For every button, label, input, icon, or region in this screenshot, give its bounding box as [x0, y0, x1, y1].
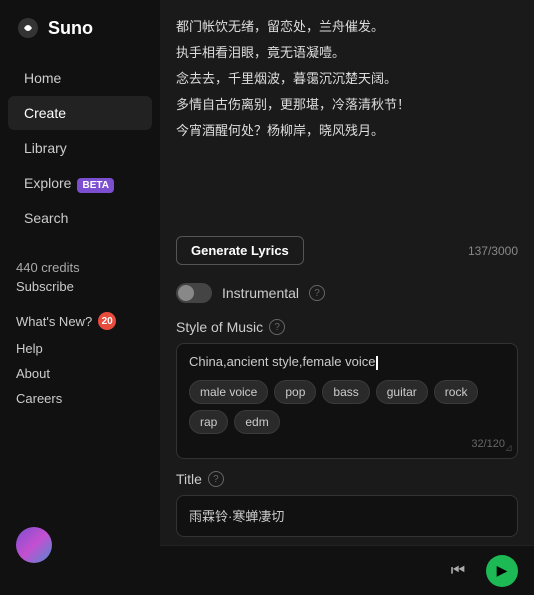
lyric-line: 多情自古伤离别，更那堪，冷落清秋节！	[176, 94, 518, 116]
style-section-title: Style of Music	[176, 319, 263, 335]
whats-new-badge: 20	[98, 312, 116, 330]
lyric-line: 念去去，千里烟波，暮霭沉沉楚天阔。	[176, 68, 518, 90]
play-icon: ▶	[497, 562, 508, 579]
sidebar-item-explore[interactable]: ExploreBETA	[8, 166, 152, 200]
sidebar-item-search[interactable]: Search	[8, 201, 152, 235]
style-section-header: Style of Music ?	[160, 311, 534, 339]
toggle-knob	[178, 285, 194, 301]
title-section: Title ?	[160, 463, 534, 491]
sidebar-bottom: What's New? 20 Help About Careers	[0, 306, 160, 411]
sidebar-item-create[interactable]: Create	[8, 96, 152, 130]
instrumental-toggle[interactable]	[176, 283, 212, 303]
careers-link[interactable]: Careers	[16, 386, 144, 411]
sidebar-item-library[interactable]: Library	[8, 131, 152, 165]
style-tag-guitar[interactable]: guitar	[376, 380, 428, 404]
whats-new-label: What's New?	[16, 314, 92, 329]
generate-lyrics-button[interactable]: Generate Lyrics	[176, 236, 304, 265]
subscribe-button[interactable]: Subscribe	[16, 279, 144, 294]
style-help-icon[interactable]: ?	[269, 319, 285, 335]
sidebar: Suno HomeCreateLibraryExploreBETASearch …	[0, 0, 160, 595]
app-name: Suno	[48, 18, 93, 39]
suno-logo-icon	[16, 16, 40, 40]
whats-new-row[interactable]: What's New? 20	[16, 306, 144, 336]
lyric-line: 今宵酒醒何处？杨柳岸，晓风残月。	[176, 120, 518, 142]
instrumental-label: Instrumental	[222, 285, 299, 301]
lyrics-area: 都门帐饮无绪，留恋处，兰舟催发。执手相看泪眼，竟无语凝噎。念去去，千里烟波，暮霭…	[160, 0, 534, 226]
lyric-line: 执手相看泪眼，竟无语凝噎。	[176, 42, 518, 64]
style-char-count: 32/120	[189, 438, 505, 450]
resize-handle[interactable]: ⊿	[505, 443, 513, 454]
text-cursor	[376, 356, 378, 370]
about-link[interactable]: About	[16, 361, 144, 386]
generate-lyrics-row: Generate Lyrics 137/3000	[160, 226, 534, 275]
instrumental-help-icon[interactable]: ?	[309, 285, 325, 301]
player-bar: ⏮ ▶	[160, 545, 534, 595]
credits-text: 440 credits	[16, 260, 144, 275]
title-help-icon[interactable]: ?	[208, 471, 224, 487]
credits-area: 440 credits Subscribe	[0, 260, 160, 294]
main-content: 都门帐饮无绪，留恋处，兰舟催发。执手相看泪眼，竟无语凝噎。念去去，千里烟波，暮霭…	[160, 0, 534, 595]
beta-badge: BETA	[77, 178, 113, 193]
style-tag-male-voice[interactable]: male voice	[189, 380, 268, 404]
style-tag-edm[interactable]: edm	[234, 410, 279, 434]
style-tags-row: male voicepopbass guitarrock rapedm	[189, 380, 505, 434]
title-input-box[interactable]: 雨霖铃·寒蝉凄切	[176, 495, 518, 537]
avatar[interactable]	[16, 527, 52, 563]
help-link[interactable]: Help	[16, 336, 144, 361]
lyrics-scroll[interactable]: 都门帐饮无绪，留恋处，兰舟催发。执手相看泪眼，竟无语凝噎。念去去，千里烟波，暮霭…	[176, 16, 518, 191]
instrumental-row: Instrumental ?	[160, 275, 534, 311]
style-tag-rock[interactable]: rock	[434, 380, 479, 404]
style-tag-rap[interactable]: rap	[189, 410, 228, 434]
skip-back-button[interactable]: ⏮	[442, 555, 474, 587]
style-box[interactable]: China,ancient style,female voice male vo…	[176, 343, 518, 459]
style-input-text: China,ancient style,female voice	[189, 354, 505, 370]
title-label: Title	[176, 471, 202, 487]
play-button[interactable]: ▶	[486, 555, 518, 587]
sidebar-item-home[interactable]: Home	[8, 61, 152, 95]
avatar-area	[0, 511, 160, 579]
lyrics-char-count: 137/3000	[468, 244, 518, 258]
lyric-line: 都门帐饮无绪，留恋处，兰舟催发。	[176, 16, 518, 38]
title-input-text: 雨霖铃·寒蝉凄切	[189, 509, 284, 524]
nav-container: HomeCreateLibraryExploreBETASearch	[0, 60, 160, 236]
style-tag-bass[interactable]: bass	[322, 380, 369, 404]
skip-back-icon: ⏮	[451, 562, 465, 580]
style-tag-pop[interactable]: pop	[274, 380, 316, 404]
logo-area: Suno	[0, 16, 160, 60]
